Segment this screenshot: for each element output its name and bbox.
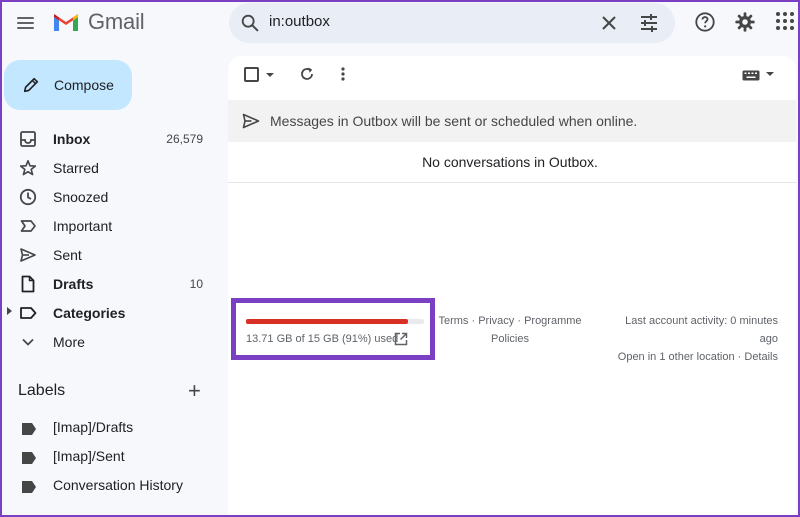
activity-text: ago	[759, 333, 778, 345]
keyboard-icon[interactable]	[742, 70, 760, 81]
banner-text: Messages in Outbox will be sent or sched…	[270, 113, 638, 129]
add-label-button[interactable]: +	[188, 380, 201, 402]
sidebar-item-label: Important	[53, 217, 113, 234]
inbox-count: 26,579	[166, 131, 203, 146]
pencil-icon	[23, 77, 39, 93]
sidebar-item-label: Drafts	[53, 275, 94, 292]
search-bar[interactable]	[229, 3, 675, 43]
search-icon[interactable]	[239, 12, 261, 34]
sidebar-item-sent[interactable]: Sent	[0, 240, 218, 269]
terms-link[interactable]: Terms	[438, 315, 468, 327]
send-icon	[20, 248, 36, 262]
label-name: Conversation History	[53, 476, 183, 493]
toolbar	[228, 56, 796, 92]
logo-text: Gmail	[88, 9, 145, 34]
sidebar-item-drafts[interactable]: Drafts 10	[0, 269, 218, 298]
separator: ·	[471, 315, 476, 327]
separator: ·	[737, 351, 742, 363]
gmail-logo[interactable]: Gmail	[52, 9, 145, 35]
star-icon	[19, 160, 37, 176]
labels-list: [Imap]/Drafts [Imap]/Sent Conversation H…	[0, 412, 218, 499]
search-input[interactable]	[269, 13, 569, 30]
expand-caret-icon[interactable]	[7, 307, 12, 315]
gmail-m-icon	[54, 14, 78, 31]
sidebar-item-starred[interactable]: Starred	[0, 153, 218, 182]
compose-button[interactable]: Compose	[4, 60, 132, 110]
separator: ·	[517, 315, 521, 327]
draft-file-icon	[21, 275, 35, 293]
storage-usage-text: 13.71 GB of 15 GB (91%) used	[246, 333, 399, 345]
sidebar-item-label: Categories	[53, 304, 126, 321]
important-marker-icon	[20, 220, 36, 232]
apps-grid-icon[interactable]	[775, 11, 795, 31]
inbox-icon	[20, 131, 36, 147]
sidebar-item-label: Starred	[53, 159, 99, 176]
sidebar-item-inbox[interactable]: Inbox 26,579	[0, 124, 218, 153]
header: Gmail	[0, 0, 800, 46]
footer-links: Terms · Privacy · Programme Policies	[434, 312, 586, 348]
refresh-icon[interactable]	[298, 65, 316, 83]
label-tag-icon	[22, 452, 36, 464]
empty-state-text: No conversations in Outbox.	[422, 154, 598, 170]
sidebar-item-label: Sent	[53, 246, 82, 263]
label-item[interactable]: Conversation History	[0, 470, 218, 499]
open-location-text: Open in 1 other location	[617, 351, 735, 363]
account-activity: Last account activity: 0 minutes ago Ope…	[608, 312, 778, 366]
settings-gear-icon[interactable]	[734, 11, 756, 33]
input-tools-dropdown-icon[interactable]	[766, 72, 774, 76]
chevron-down-icon	[22, 338, 34, 346]
sidebar-item-categories[interactable]: Categories	[0, 298, 218, 327]
programme-policies-link[interactable]: Policies	[434, 330, 586, 348]
send-icon	[242, 113, 260, 129]
sidebar-item-label: Inbox	[53, 130, 91, 147]
details-link[interactable]: Details	[744, 351, 778, 363]
open-external-icon[interactable]	[394, 332, 408, 346]
search-options-icon[interactable]	[639, 13, 659, 33]
outbox-info-banner: Messages in Outbox will be sent or sched…	[228, 100, 796, 142]
compose-label: Compose	[54, 77, 114, 93]
sidebar-item-more[interactable]: More	[0, 327, 218, 356]
divider	[228, 182, 796, 183]
help-icon[interactable]	[694, 11, 716, 33]
storage-usage-box: 13.71 GB of 15 GB (91%) used	[231, 298, 435, 360]
programme-policies-link[interactable]: Programme	[524, 315, 581, 327]
select-all-checkbox[interactable]	[244, 67, 259, 82]
privacy-link[interactable]: Privacy	[478, 315, 514, 327]
labels-heading: Labels	[18, 382, 66, 399]
label-item[interactable]: [Imap]/Drafts	[0, 412, 218, 441]
label-name: [Imap]/Drafts	[53, 418, 134, 435]
sidebar-item-label: Snoozed	[53, 188, 109, 205]
label-item[interactable]: [Imap]/Sent	[0, 441, 218, 470]
storage-bar-track	[246, 319, 424, 324]
sidebar-item-snoozed[interactable]: Snoozed	[0, 182, 218, 211]
more-options-icon[interactable]	[339, 66, 347, 82]
label-tag-icon	[22, 423, 36, 435]
sidebar-nav: Inbox 26,579 Starred Snoozed Important S…	[0, 124, 218, 356]
drafts-count: 10	[189, 276, 203, 291]
clear-search-icon[interactable]	[599, 13, 619, 33]
clock-icon	[19, 188, 37, 206]
sidebar-item-important[interactable]: Important	[0, 211, 218, 240]
main-menu-icon[interactable]	[14, 11, 38, 35]
activity-text: Last account activity: 0 minutes	[625, 315, 778, 327]
sidebar-item-label: More	[53, 333, 85, 350]
main-panel: Messages in Outbox will be sent or sched…	[228, 56, 796, 517]
storage-bar-fill	[246, 319, 408, 324]
label-tag-icon	[22, 481, 36, 493]
label-name: [Imap]/Sent	[53, 447, 125, 464]
label-icon	[20, 307, 37, 319]
select-dropdown-icon[interactable]	[266, 73, 274, 77]
